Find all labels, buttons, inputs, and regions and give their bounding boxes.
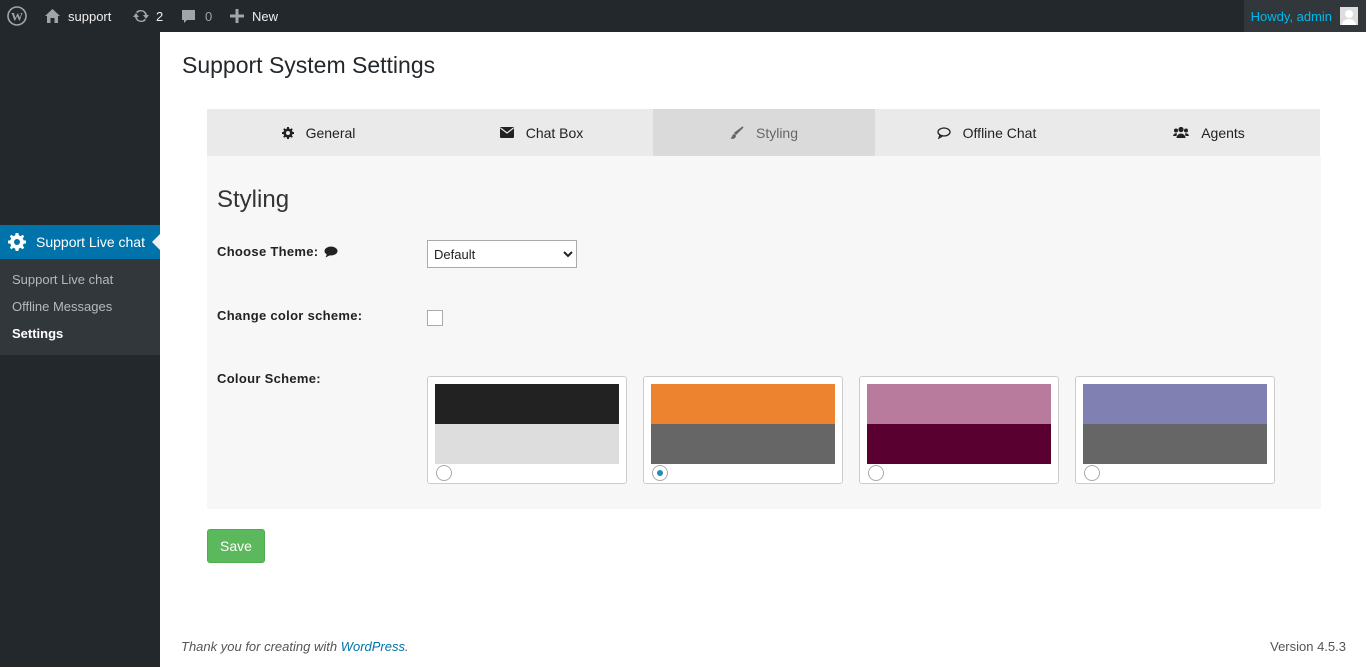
tab-general[interactable]: General [207,109,430,156]
tab-offline-chat[interactable]: Offline Chat [875,109,1098,156]
site-name: support [68,8,112,24]
colour-scheme-option[interactable] [1075,376,1275,484]
footer-thanks: Thank you for creating with WordPress. [181,639,409,654]
scheme-radio[interactable] [436,465,452,481]
scheme-swatch-bottom [867,424,1051,464]
svg-text:W: W [11,10,23,24]
comment-icon [937,126,963,139]
wordpress-link[interactable]: WordPress [341,639,405,654]
current-menu-arrow [152,234,160,250]
admin-bar: W support 2 0 New Howdy, admin [0,0,1366,32]
howdy-text: Howdy, admin [1250,8,1332,24]
menu-label: Support Live chat [36,234,145,250]
refresh-icon [132,8,150,24]
scheme-swatch-bottom [435,424,619,464]
colour-scheme-label: Colour Scheme: [217,371,321,386]
settings-tabs: General Chat Box Styling Offline Chat Ag… [207,109,1320,156]
new-content-link[interactable]: New [230,0,278,32]
scheme-swatch-bottom [651,424,835,464]
my-account-link[interactable]: Howdy, admin [1243,0,1366,32]
change-color-checkbox[interactable] [427,310,443,326]
admin-sidebar: Support Live chat Support Live chat Offl… [0,32,160,667]
save-button[interactable]: Save [207,529,265,563]
submenu-item-support-live-chat[interactable]: Support Live chat [0,266,160,293]
submenu-item-offline-messages[interactable]: Offline Messages [0,293,160,320]
updates-link[interactable]: 2 [132,0,163,32]
submenu: Support Live chat Offline Messages Setti… [0,259,160,355]
tab-styling[interactable]: Styling [653,109,875,156]
tab-chat-box[interactable]: Chat Box [430,109,653,156]
colour-scheme-option[interactable] [427,376,627,484]
colour-scheme-option[interactable] [859,376,1059,484]
comment-icon [181,9,196,24]
change-color-label: Change color scheme: [217,308,363,323]
site-name-link[interactable]: support [44,0,111,32]
styling-panel: Styling Choose Theme: Default Change col… [207,156,1321,509]
gear-icon [8,233,26,251]
panel-title: Styling [217,186,290,213]
envelope-icon [499,127,526,138]
tab-label: General [305,124,356,141]
footer-version: Version 4.5.3 [1270,639,1346,654]
home-icon [44,8,61,24]
page-title: Support System Settings [182,52,436,78]
users-icon [1173,126,1201,139]
avatar [1340,7,1358,25]
new-label: New [252,8,279,24]
scheme-radio[interactable] [1084,465,1100,481]
menu-support-live-chat[interactable]: Support Live chat [0,225,160,259]
updates-count: 2 [156,8,164,24]
theme-select[interactable]: Default [427,240,577,268]
plus-icon [230,9,244,23]
scheme-swatch-top [651,384,835,424]
tab-agents[interactable]: Agents [1098,109,1320,156]
submenu-item-settings[interactable]: Settings [0,320,160,347]
scheme-swatch-top [1083,384,1267,424]
comment-info-icon[interactable] [324,246,338,258]
tab-label: Offline Chat [962,124,1037,141]
tab-label: Agents [1201,124,1245,141]
scheme-radio[interactable] [868,465,884,481]
comments-link[interactable]: 0 [181,0,212,32]
colour-scheme-option[interactable] [643,376,843,484]
tab-label: Chat Box [525,124,584,141]
tab-label: Styling [755,124,799,141]
scheme-swatch-top [435,384,619,424]
choose-theme-label: Choose Theme: [217,244,338,259]
paintbrush-icon [730,125,756,140]
comments-count: 0 [205,8,213,24]
wordpress-logo-icon[interactable]: W [7,0,27,32]
scheme-swatch-top [867,384,1051,424]
scheme-radio[interactable] [652,465,668,481]
gear-icon [281,126,306,139]
scheme-swatch-bottom [1083,424,1267,464]
